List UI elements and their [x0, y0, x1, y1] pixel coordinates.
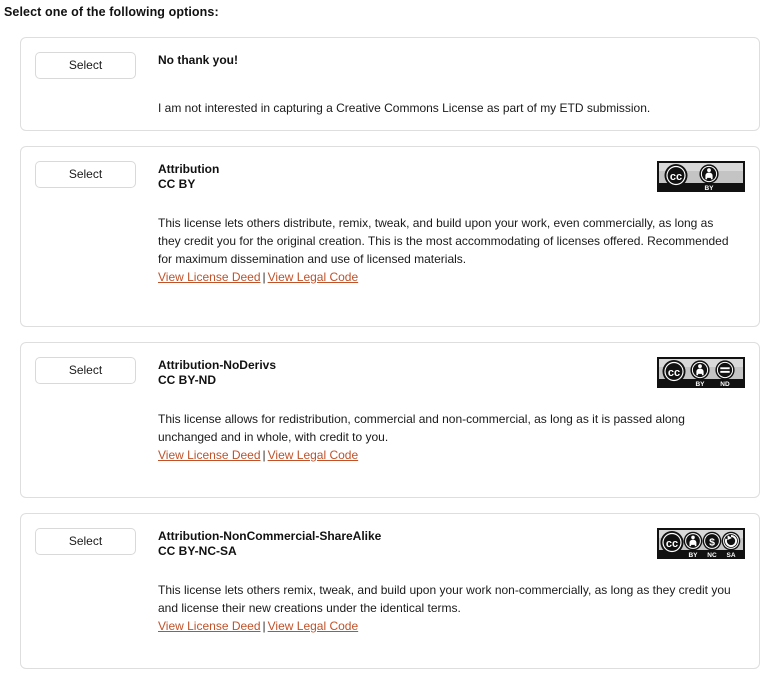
link-separator: |	[262, 270, 266, 284]
card-body: I am not interested in capturing a Creat…	[158, 99, 745, 117]
license-code: CC BY	[158, 177, 196, 191]
license-description: This license lets others distribute, rem…	[158, 216, 729, 266]
license-name: Attribution-NoDerivs	[158, 358, 276, 372]
view-legal-code-link[interactable]: View Legal Code	[268, 270, 359, 284]
select-button-cc-by-nc-sa[interactable]: Select	[35, 528, 136, 555]
cc-icon: cc	[660, 531, 684, 554]
cc-license-badge-by: cc BY	[657, 161, 745, 192]
by-icon	[690, 360, 710, 380]
cc-license-badge-by-nc-sa: cc $ BY NC SA	[657, 528, 745, 559]
view-license-deed-link[interactable]: View License Deed	[158, 619, 261, 633]
card-header: Select Attribution CC BY cc BY	[35, 161, 745, 192]
svg-text:cc: cc	[670, 171, 682, 183]
license-name: Attribution-NonCommercial-ShareAlike	[158, 529, 382, 543]
license-titles: Attribution-NonCommercial-ShareAlike CC …	[158, 528, 647, 559]
nc-icon: $	[702, 531, 722, 551]
badge-label-by: BY	[704, 185, 714, 192]
license-option-card-cc-by[interactable]: Select Attribution CC BY cc BY This lice…	[20, 146, 760, 327]
link-separator: |	[262, 619, 266, 633]
svg-text:$: $	[709, 536, 715, 548]
cc-license-badge-by-nd: cc BY ND	[657, 357, 745, 388]
license-option-card-no-thank-you[interactable]: Select No thank you! I am not interested…	[20, 37, 760, 131]
card-header: Select No thank you!	[35, 52, 745, 79]
select-button-no-thank-you[interactable]: Select	[35, 52, 136, 79]
select-button-cc-by-nd[interactable]: Select	[35, 357, 136, 384]
license-links: View License Deed | View Legal Code	[158, 269, 737, 286]
sa-icon	[721, 531, 741, 551]
license-name: No thank you!	[158, 53, 238, 67]
license-selection-page: Select one of the following options: Sel…	[0, 5, 772, 669]
license-code: CC BY-NC-SA	[158, 544, 237, 558]
cc-badge-svg: cc BY	[657, 161, 745, 192]
cc-badge-svg: cc $ BY NC SA	[657, 528, 745, 559]
badge-label-nd: ND	[720, 381, 730, 388]
cc-icon: cc	[664, 164, 688, 187]
license-option-card-cc-by-nd[interactable]: Select Attribution-NoDerivs CC BY-ND cc …	[20, 342, 760, 498]
link-separator: |	[262, 448, 266, 462]
view-legal-code-link[interactable]: View Legal Code	[268, 448, 359, 462]
by-icon	[683, 531, 703, 551]
badge-label-nc: NC	[707, 552, 717, 559]
badge-label-by: BY	[688, 552, 698, 559]
view-license-deed-link[interactable]: View License Deed	[158, 448, 261, 462]
license-links: View License Deed | View Legal Code	[158, 618, 737, 635]
license-titles: Attribution-NoDerivs CC BY-ND	[158, 357, 647, 388]
license-links: View License Deed | View Legal Code	[158, 447, 737, 464]
svg-text:cc: cc	[666, 538, 678, 550]
page-title: Select one of the following options:	[4, 5, 219, 19]
badge-label-by: BY	[695, 381, 705, 388]
card-header: Select Attribution-NoDerivs CC BY-ND cc …	[35, 357, 745, 388]
badge-label-sa: SA	[726, 552, 735, 559]
view-license-deed-link[interactable]: View License Deed	[158, 270, 261, 284]
select-button-cc-by[interactable]: Select	[35, 161, 136, 188]
cc-icon: cc	[662, 360, 686, 383]
license-titles: No thank you!	[158, 52, 745, 68]
license-description: This license lets others remix, tweak, a…	[158, 583, 731, 615]
card-body: This license lets others remix, tweak, a…	[158, 581, 745, 635]
view-legal-code-link[interactable]: View Legal Code	[268, 619, 359, 633]
license-titles: Attribution CC BY	[158, 161, 647, 192]
card-body: This license lets others distribute, rem…	[158, 214, 745, 286]
nd-icon	[715, 360, 735, 380]
by-icon	[699, 164, 719, 184]
cc-badge-svg: cc BY ND	[657, 357, 745, 388]
license-description: This license allows for redistribution, …	[158, 412, 685, 444]
license-options-list: Select No thank you! I am not interested…	[0, 37, 772, 669]
card-body: This license allows for redistribution, …	[158, 410, 745, 464]
license-code: CC BY-ND	[158, 373, 217, 387]
license-name: Attribution	[158, 162, 220, 176]
license-description: I am not interested in capturing a Creat…	[158, 101, 651, 115]
svg-text:cc: cc	[668, 367, 680, 379]
card-header: Select Attribution-NonCommercial-ShareAl…	[35, 528, 745, 559]
license-option-card-cc-by-nc-sa[interactable]: Select Attribution-NonCommercial-ShareAl…	[20, 513, 760, 669]
